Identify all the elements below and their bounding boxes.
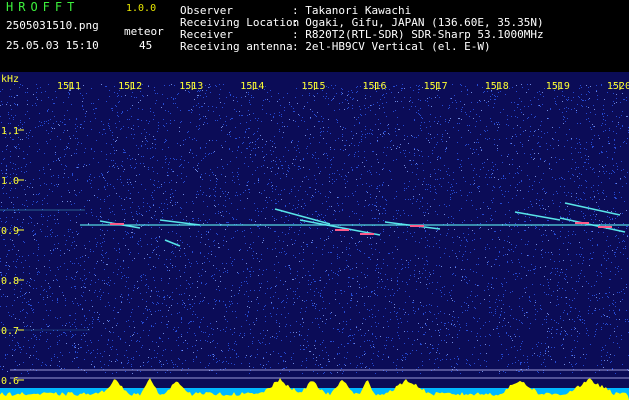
spectrogram-plot: kHz 1.1 1.0 0.9 0.8 0.7 0.6 1511 1512 1513 1514 15… <box>0 72 629 400</box>
meteor-trace <box>564 202 621 216</box>
spectrogram-canvas: kHz1.11.00.90.80.70.6 1511 1512 1513 1514 15… <box>0 74 629 400</box>
file-name: 2505031510.png <box>6 19 99 32</box>
meteor-core <box>410 225 424 227</box>
spectrum-layer <box>0 378 629 400</box>
mode-label: meteor <box>124 25 164 38</box>
noise-layer <box>0 84 629 374</box>
x-tick-label: 1516 <box>363 81 387 92</box>
x-tick-label: 1513 <box>179 81 203 92</box>
meteor-core <box>335 229 349 231</box>
y-tick-label: 1.1 <box>1 126 19 137</box>
x-tick-label: 1518 <box>485 81 509 92</box>
y-unit-label: kHz <box>1 74 19 85</box>
x-tick-label: 1511 <box>57 81 81 92</box>
app-title: HROFFT <box>6 0 80 14</box>
info-label-antenna: Receiving antenna <box>180 40 293 53</box>
meteor-count: 45 <box>139 39 153 52</box>
y-tick-label: 1.0 <box>1 176 19 187</box>
meteor-core <box>360 233 374 235</box>
y-tick-label: 0.9 <box>1 226 19 237</box>
app-version: 1.0.0 <box>126 3 157 14</box>
x-axis: 1511 1512 1513 1514 1515 1516 1517 1518 1519 1520 <box>57 81 629 92</box>
y-tick-label: 0.8 <box>1 276 19 287</box>
x-tick-label: 1514 <box>240 81 264 92</box>
signal-lines <box>0 202 629 379</box>
x-tick-label: 1520 <box>607 81 629 92</box>
y-tick-label: 0.6 <box>1 376 19 387</box>
header-panel: HROFFT 1.0.0 2505031510.png meteor 25.05… <box>0 0 629 72</box>
meteor-core <box>598 226 612 228</box>
x-tick-label: 1515 <box>301 81 325 92</box>
x-tick-label: 1512 <box>118 81 142 92</box>
x-tick-label: 1519 <box>546 81 570 92</box>
meteor-trace <box>299 219 381 236</box>
y-tick-label: 0.7 <box>1 326 19 337</box>
meteor-trace <box>514 211 561 221</box>
meteor-core <box>575 222 589 224</box>
noise-dots-bright <box>0 84 629 374</box>
info-value-antenna: : 2el-HB9CV Vertical (el. E-W) <box>292 40 491 53</box>
x-tick-label: 1517 <box>424 81 448 92</box>
noise-dots <box>0 84 629 374</box>
meteor-core <box>110 223 124 225</box>
meteor-trace <box>274 208 331 225</box>
timestamp: 25.05.03 15:10 <box>6 39 99 52</box>
